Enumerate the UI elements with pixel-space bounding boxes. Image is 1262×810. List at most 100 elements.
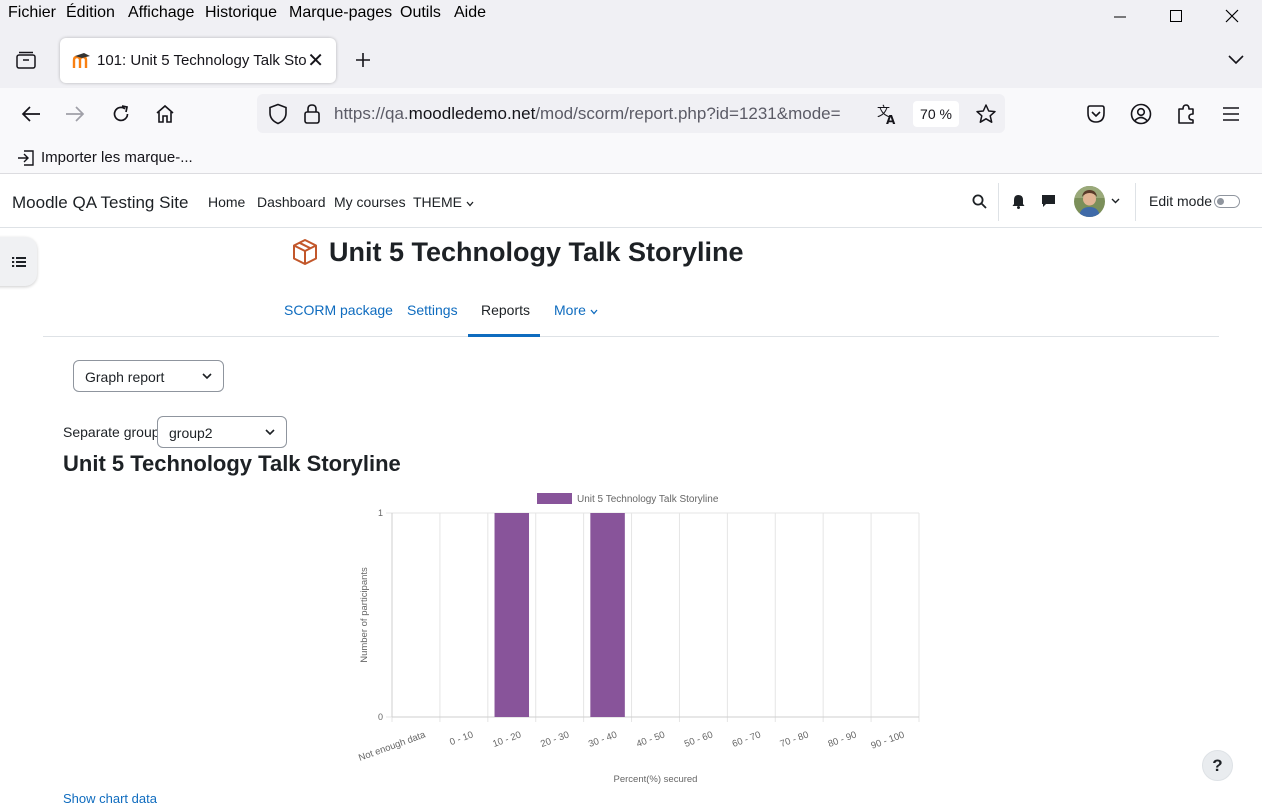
- tab-more[interactable]: More: [554, 302, 598, 318]
- browser-tab-strip: 101: Unit 5 Technology Talk Storyline ✕: [0, 30, 1262, 88]
- maximize-window-button[interactable]: [1148, 0, 1204, 32]
- group-selector-label: Separate groups: [63, 424, 167, 440]
- course-index-drawer-button[interactable]: [0, 237, 37, 286]
- lock-icon[interactable]: [303, 103, 321, 125]
- chevron-down-icon: [202, 373, 212, 380]
- group-select-value: group2: [169, 425, 213, 441]
- extensions-button[interactable]: [1166, 88, 1206, 140]
- y-axis-title: Number of participants: [359, 567, 370, 663]
- reload-icon: [113, 105, 129, 122]
- firefox-view-icon: [16, 51, 36, 69]
- x-tick-label: 70 - 80: [779, 729, 811, 749]
- notifications-button[interactable]: [1005, 188, 1031, 214]
- tab-settings[interactable]: Settings: [407, 302, 458, 318]
- x-tick-label: 50 - 60: [683, 729, 715, 749]
- menu-historique[interactable]: Historique: [205, 4, 277, 22]
- nav-home-link[interactable]: Home: [208, 194, 245, 210]
- moodle-favicon-icon: [72, 53, 90, 68]
- app-menu-button[interactable]: [1211, 88, 1251, 140]
- group-select[interactable]: group2: [157, 416, 287, 448]
- edit-mode-toggle[interactable]: [1214, 195, 1240, 208]
- nav-my-courses-link[interactable]: My courses: [334, 194, 406, 210]
- user-menu-chevron-icon[interactable]: [1111, 198, 1120, 204]
- menu-fichier[interactable]: Fichier: [8, 4, 56, 22]
- show-chart-data-link[interactable]: Show chart data: [63, 791, 157, 806]
- x-tick-label: 80 - 90: [827, 729, 859, 749]
- shield-icon[interactable]: [268, 103, 288, 125]
- help-button[interactable]: ?: [1202, 750, 1233, 781]
- user-avatar-icon: [1074, 186, 1105, 217]
- menu-marque-pages[interactable]: Marque-pages: [289, 4, 392, 22]
- list-all-tabs-button[interactable]: [1222, 45, 1250, 75]
- chevron-down-icon: [1228, 55, 1244, 65]
- back-button[interactable]: [11, 88, 51, 140]
- account-button[interactable]: [1121, 88, 1161, 140]
- url-bar[interactable]: https://qa.moodledemo.net/mod/scorm/repo…: [257, 94, 1005, 133]
- scorm-package-icon: [293, 239, 317, 265]
- import-icon: [18, 149, 34, 166]
- pocket-icon: [1087, 105, 1105, 123]
- bar: [494, 513, 530, 717]
- browser-nav-bar: https://qa.moodledemo.net/mod/scorm/repo…: [0, 88, 1262, 140]
- pocket-button[interactable]: [1076, 88, 1116, 140]
- import-bookmarks-item[interactable]: Importer les marque-...: [17, 149, 193, 166]
- zoom-indicator-button[interactable]: 70 %: [913, 101, 959, 127]
- site-name[interactable]: Moodle QA Testing Site: [12, 193, 188, 213]
- moodle-navbar: Moodle QA Testing Site Home Dashboard My…: [0, 175, 1262, 228]
- y-tick-label: 0: [378, 712, 383, 722]
- legend-swatch: [537, 493, 572, 504]
- url-text[interactable]: https://qa.moodledemo.net/mod/scorm/repo…: [334, 104, 864, 124]
- nav-theme-label: THEME: [413, 194, 462, 210]
- x-tick-label: 30 - 40: [587, 729, 619, 749]
- menu-outils[interactable]: Outils: [400, 4, 441, 22]
- maximize-icon: [1170, 10, 1182, 22]
- chevron-down-icon: [265, 429, 275, 436]
- menu-aide[interactable]: Aide: [454, 4, 486, 22]
- new-tab-button[interactable]: [348, 45, 378, 75]
- minimize-window-button[interactable]: [1092, 0, 1148, 32]
- menu-affichage[interactable]: Affichage: [128, 4, 194, 22]
- puzzle-icon: [1178, 104, 1194, 124]
- browser-tab-active[interactable]: 101: Unit 5 Technology Talk Storyline ✕: [60, 38, 336, 83]
- search-button[interactable]: [966, 188, 992, 214]
- bar: [590, 513, 625, 717]
- account-icon: [1130, 103, 1152, 125]
- forward-button[interactable]: [55, 88, 95, 140]
- user-avatar[interactable]: [1074, 186, 1105, 217]
- home-button[interactable]: [145, 88, 185, 140]
- report-heading: Unit 5 Technology Talk Storyline: [63, 451, 401, 476]
- menu-edition[interactable]: Édition: [66, 4, 115, 22]
- hamburger-menu-icon: [1223, 107, 1239, 121]
- tab-reports[interactable]: Reports: [481, 302, 530, 318]
- firefox-view-button[interactable]: [10, 44, 42, 76]
- legend-label: Unit 5 Technology Talk Storyline: [577, 494, 719, 505]
- tab-title: 101: Unit 5 Technology Talk Storyline: [97, 52, 307, 69]
- tab-more-label: More: [554, 302, 586, 318]
- x-tick-label: 60 - 70: [731, 729, 763, 749]
- nav-theme-dropdown[interactable]: THEME: [413, 194, 474, 210]
- x-tick-label: 10 - 20: [491, 729, 523, 749]
- translate-icon[interactable]: 文A: [877, 103, 899, 125]
- close-window-button[interactable]: [1204, 0, 1260, 32]
- messages-button[interactable]: [1035, 188, 1061, 214]
- reload-button[interactable]: [101, 88, 141, 140]
- secondary-navigation: SCORM package Settings Reports More: [43, 296, 1219, 337]
- arrow-left-icon: [21, 106, 40, 122]
- tab-close-icon[interactable]: ✕: [307, 48, 324, 73]
- x-tick-label: Not enough data: [357, 729, 427, 764]
- minimize-icon: [1114, 16, 1126, 18]
- bookmark-star-icon[interactable]: [975, 103, 997, 125]
- nav-dashboard-link[interactable]: Dashboard: [257, 194, 326, 210]
- report-type-select[interactable]: Graph report: [73, 360, 224, 392]
- bell-icon: [1012, 194, 1024, 209]
- list-icon: [11, 256, 26, 267]
- tab-scorm-package[interactable]: SCORM package: [284, 302, 393, 318]
- bookmarks-toolbar: Importer les marque-...: [0, 140, 1262, 174]
- import-bookmarks-label: Importer les marque-...: [41, 149, 193, 166]
- page-title: Unit 5 Technology Talk Storyline: [329, 237, 744, 267]
- arrow-right-icon: [66, 106, 85, 122]
- header-divider: [1135, 183, 1136, 221]
- header-divider: [998, 183, 999, 221]
- x-axis-title: Percent(%) secured: [614, 774, 698, 785]
- chat-bubble-icon: [1041, 195, 1055, 207]
